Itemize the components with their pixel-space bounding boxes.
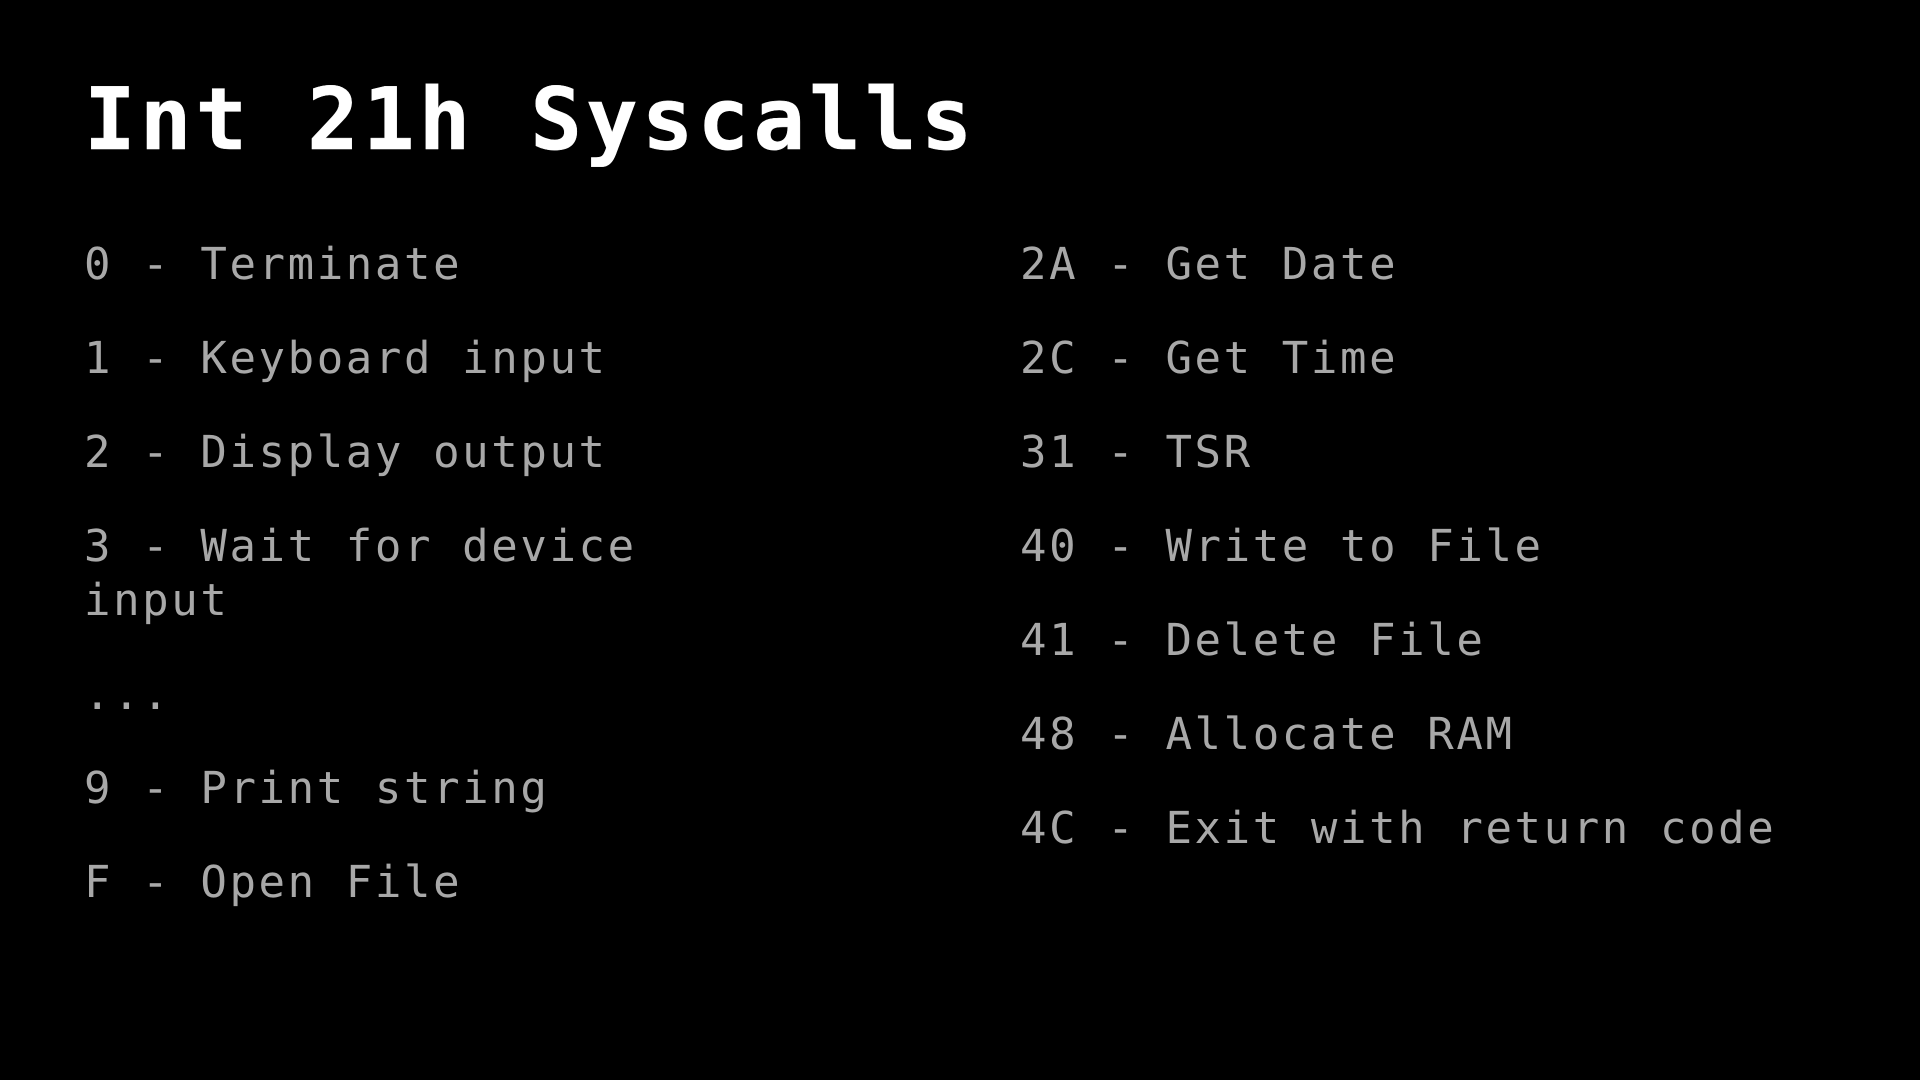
syscall-entry: 48 - Allocate RAM <box>1020 709 1515 760</box>
syscall-entry: 4C - Exit with return code <box>1020 803 1777 854</box>
syscall-entry: 0 - Terminate <box>84 239 463 290</box>
syscall-entry: 9 - Print string <box>84 763 550 814</box>
syscall-column-right: 2A - Get Date 2C - Get Time 31 - TSR 40 … <box>870 238 1920 856</box>
syscall-entry: 40 - Write to File <box>1020 521 1544 572</box>
syscall-entry: 3 - Wait for device input <box>84 521 637 626</box>
syscall-entry: 1 - Keyboard input <box>84 333 608 384</box>
syscall-columns: 0 - Terminate 1 - Keyboard input 2 - Dis… <box>0 238 1920 910</box>
syscall-column-left: 0 - Terminate 1 - Keyboard input 2 - Dis… <box>0 238 870 910</box>
syscall-entry: 41 - Delete File <box>1020 615 1486 666</box>
syscall-entry: 31 - TSR <box>1020 427 1253 478</box>
syscall-entry: F - Open File <box>84 857 463 908</box>
syscall-entry: 2 - Display output <box>84 427 608 478</box>
syscall-reference-slide: Int 21h Syscalls 0 - Terminate 1 - Keybo… <box>0 0 1920 1080</box>
syscall-entry-ellipsis: ... <box>84 669 172 720</box>
page-title: Int 21h Syscalls <box>84 70 977 170</box>
syscall-entry: 2A - Get Date <box>1020 239 1399 290</box>
syscall-entry: 2C - Get Time <box>1020 333 1399 384</box>
